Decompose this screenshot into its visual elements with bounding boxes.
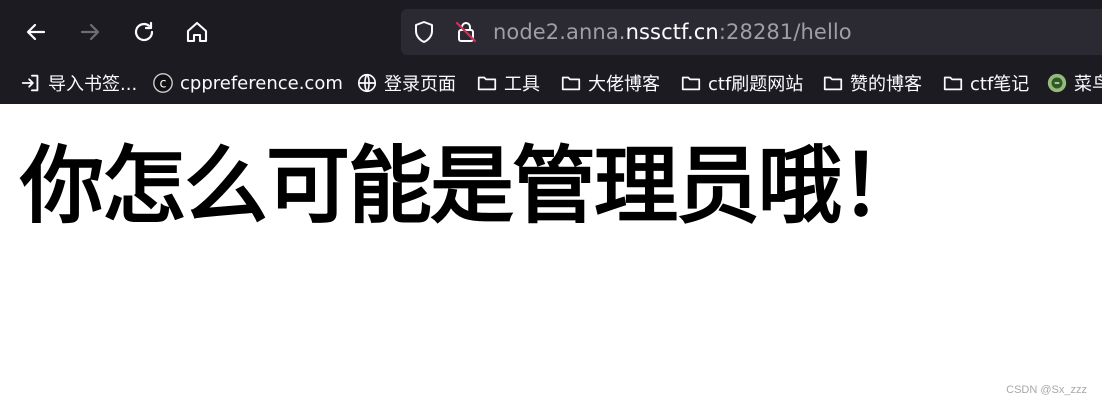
arrow-left-icon bbox=[26, 23, 46, 41]
folder-icon bbox=[477, 76, 497, 91]
bookmark-label: ctf刷题网站 bbox=[708, 74, 804, 95]
forward-button[interactable] bbox=[72, 14, 108, 50]
bookmark-label: 工具 bbox=[504, 74, 540, 95]
cppreference-favicon: c bbox=[153, 73, 173, 93]
url-domain: nssctf.cn bbox=[625, 20, 719, 44]
bookmark-import[interactable]: 导入书签... bbox=[20, 68, 137, 98]
home-button[interactable] bbox=[179, 14, 215, 50]
bookmark-label: 大佬博客 bbox=[588, 74, 660, 95]
back-button[interactable] bbox=[18, 14, 54, 50]
reload-icon bbox=[134, 21, 154, 42]
folder-icon bbox=[943, 76, 963, 91]
globe-icon bbox=[357, 73, 377, 93]
url-text[interactable]: node2.anna.nssctf.cn:28281/hello bbox=[493, 19, 852, 45]
insecure-lock-icon[interactable] bbox=[454, 20, 478, 44]
bookmark-label: 菜鸟 bbox=[1074, 74, 1102, 95]
bookmark-folder-blogs[interactable]: 大佬博客 bbox=[560, 68, 660, 98]
bookmark-folder-tools[interactable]: 工具 bbox=[476, 68, 540, 98]
url-bar[interactable]: node2.anna.nssctf.cn:28281/hello bbox=[401, 9, 1102, 55]
bookmarks-toolbar: 导入书签... c cppreference.com 登录页面 工具 大佬博客 … bbox=[0, 68, 1102, 98]
home-icon bbox=[186, 21, 208, 43]
bookmark-label: 赞的博客 bbox=[850, 74, 922, 95]
bookmark-login-page[interactable]: 登录页面 bbox=[356, 68, 456, 98]
shield-icon[interactable] bbox=[412, 20, 436, 44]
bookmark-label: ctf笔记 bbox=[970, 74, 1030, 95]
bookmark-folder-ctf-sites[interactable]: ctf刷题网站 bbox=[680, 68, 803, 98]
url-suffix: :28281/hello bbox=[718, 20, 852, 44]
bookmark-cppreference[interactable]: c cppreference.com bbox=[152, 68, 343, 98]
arrow-right-icon bbox=[80, 23, 100, 41]
bookmark-folder-liked-blogs[interactable]: 赞的博客 bbox=[822, 68, 922, 98]
browser-chrome: node2.anna.nssctf.cn:28281/hello 导入书签...… bbox=[0, 0, 1102, 104]
navigation-toolbar: node2.anna.nssctf.cn:28281/hello bbox=[0, 0, 1102, 63]
folder-icon bbox=[681, 76, 701, 91]
bookmark-runoob[interactable]: 菜鸟 bbox=[1046, 68, 1102, 98]
url-prefix: node2.anna. bbox=[493, 20, 626, 44]
page-content: 你怎么可能是管理员哦！ CSDN @Sx_zzz bbox=[0, 104, 1102, 405]
csdn-watermark: CSDN @Sx_zzz bbox=[1006, 384, 1087, 396]
bookmark-folder-ctf-notes[interactable]: ctf笔记 bbox=[942, 68, 1029, 98]
folder-icon bbox=[561, 76, 581, 91]
page-heading: 你怎么可能是管理员哦！ bbox=[20, 137, 924, 235]
svg-text:c: c bbox=[159, 77, 166, 92]
runoob-favicon bbox=[1047, 73, 1067, 93]
folder-icon bbox=[823, 76, 843, 91]
reload-button[interactable] bbox=[126, 14, 162, 50]
bookmark-label: 导入书签... bbox=[48, 74, 138, 95]
import-icon bbox=[21, 74, 39, 92]
bookmark-label: cppreference.com bbox=[180, 72, 343, 94]
bookmark-label: 登录页面 bbox=[384, 74, 456, 95]
